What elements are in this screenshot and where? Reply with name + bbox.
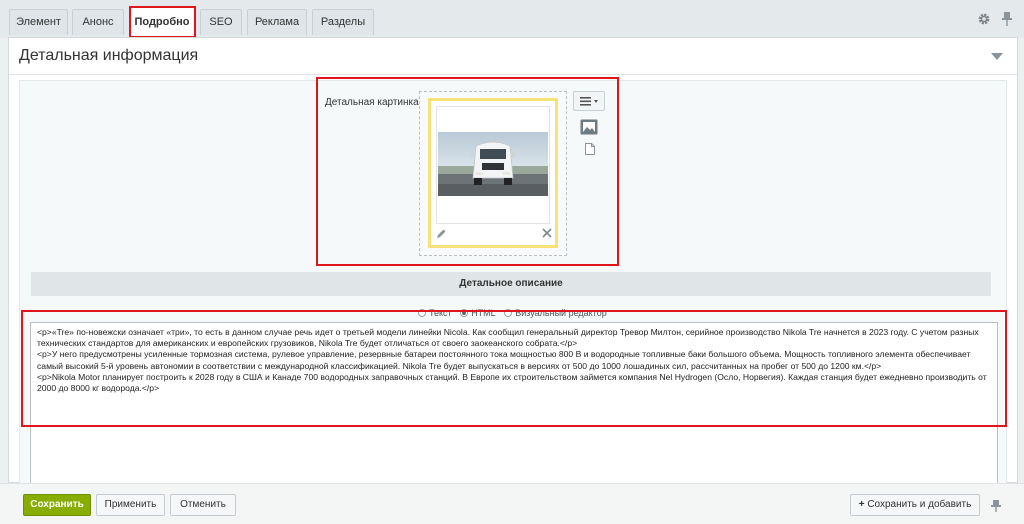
highlight-description bbox=[21, 310, 1007, 427]
detail-description-header: Детальное описание bbox=[31, 272, 991, 296]
apply-button[interactable]: Применить bbox=[96, 494, 165, 516]
save-button[interactable]: Сохранить bbox=[23, 494, 91, 516]
cancel-button[interactable]: Отменить bbox=[170, 494, 236, 516]
tab-sections[interactable]: Разделы bbox=[312, 9, 374, 35]
pin-icon[interactable] bbox=[990, 499, 1002, 513]
save-and-add-button[interactable]: + Сохранить и добавить bbox=[850, 494, 980, 516]
tab-element[interactable]: Элемент bbox=[9, 9, 68, 35]
panel-header: Детальная информация bbox=[9, 38, 1017, 75]
pin-icon[interactable] bbox=[1000, 11, 1014, 27]
tab-announce[interactable]: Анонс bbox=[72, 9, 124, 35]
highlight-picture bbox=[316, 77, 619, 266]
gear-icon[interactable] bbox=[977, 11, 991, 27]
plus-icon: + bbox=[858, 499, 865, 510]
tab-seo[interactable]: SEO bbox=[200, 9, 242, 35]
highlight-tab bbox=[129, 6, 196, 38]
save-and-add-label: Сохранить и добавить bbox=[867, 499, 972, 510]
panel-title: Детальная информация bbox=[19, 47, 199, 64]
tab-ads[interactable]: Реклама bbox=[247, 9, 307, 35]
bottom-action-bar: Сохранить Применить Отменить + Сохранить… bbox=[0, 483, 1024, 524]
collapse-arrow-icon[interactable] bbox=[991, 53, 1003, 60]
